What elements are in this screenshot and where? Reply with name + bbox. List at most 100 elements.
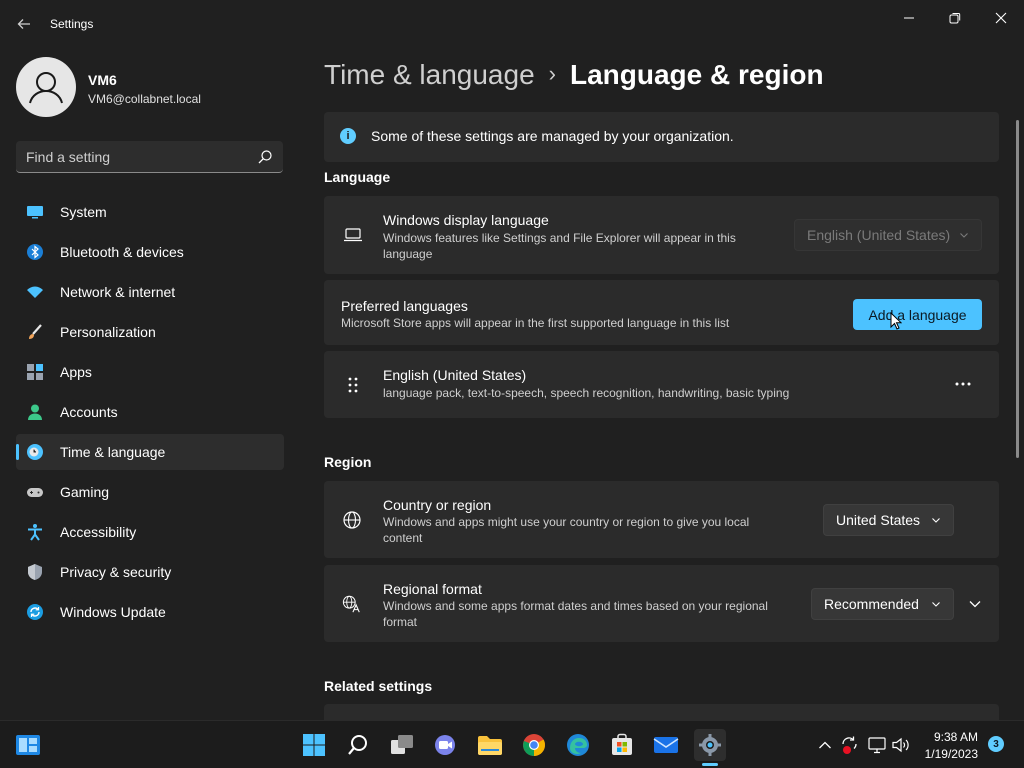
country-region-title: Country or region [383, 497, 492, 513]
add-language-button[interactable]: Add a language [853, 299, 982, 330]
sidebar-item-personalization[interactable]: Personalization [16, 314, 284, 350]
arrow-left-icon [17, 19, 30, 29]
task-view-icon [391, 735, 413, 754]
chevron-up-icon [819, 741, 831, 749]
sidebar-item-apps[interactable]: Apps [16, 354, 284, 390]
chevron-right-icon: › [548, 61, 556, 86]
clock-globe-icon [26, 443, 44, 461]
monitor-icon [26, 203, 44, 221]
sidebar-nav: System Bluetooth & devices Network & int… [16, 194, 284, 634]
app-title: Settings [50, 17, 94, 31]
close-button[interactable] [978, 4, 1024, 32]
sidebar-item-bluetooth[interactable]: Bluetooth & devices [16, 234, 284, 270]
display-language-title: Windows display language [383, 212, 549, 228]
volume-tray-button[interactable] [891, 735, 911, 755]
widgets-icon [16, 735, 40, 755]
drag-handle-icon[interactable] [343, 375, 363, 395]
taskbar-search-button[interactable] [342, 729, 374, 761]
user-silhouette-icon [29, 72, 63, 104]
managed-info-bar: i Some of these settings are managed by … [324, 112, 999, 162]
chevron-down-icon [932, 602, 940, 607]
gear-icon [699, 734, 721, 756]
installed-language-card[interactable]: English (United States) language pack, t… [324, 351, 999, 418]
dropdown-value: English (United States) [807, 227, 951, 243]
edge-icon [567, 734, 589, 756]
notification-badge[interactable]: 3 [988, 736, 1004, 752]
regional-format-dropdown[interactable]: Recommended [811, 588, 954, 620]
settings-taskbar-button[interactable] [694, 729, 726, 761]
laptop-icon [343, 225, 363, 245]
network-tray-button[interactable] [867, 735, 887, 755]
breadcrumb-parent[interactable]: Time & language [324, 59, 535, 90]
back-button[interactable] [8, 10, 40, 38]
sidebar-item-label: Time & language [60, 444, 166, 460]
dropdown-value: Recommended [824, 596, 919, 612]
minimize-button[interactable] [886, 4, 932, 32]
avatar[interactable] [16, 57, 76, 117]
user-name: VM6 [88, 72, 117, 88]
task-view-button[interactable] [386, 729, 418, 761]
sidebar-item-windows-update[interactable]: Windows Update [16, 594, 284, 630]
chat-icon [435, 735, 455, 755]
chrome-button[interactable] [518, 729, 550, 761]
sidebar-item-privacy[interactable]: Privacy & security [16, 554, 284, 590]
speaker-icon [892, 737, 909, 753]
sidebar-item-gaming[interactable]: Gaming [16, 474, 284, 510]
store-button[interactable] [606, 729, 638, 761]
start-button[interactable] [298, 729, 330, 761]
restore-button[interactable] [932, 4, 978, 32]
wifi-icon [26, 283, 44, 301]
info-text: Some of these settings are managed by yo… [371, 128, 734, 144]
sidebar-item-time-language[interactable]: Time & language [16, 434, 284, 470]
section-title-related: Related settings [324, 678, 433, 694]
sidebar-item-network[interactable]: Network & internet [16, 274, 284, 310]
widgets-button[interactable] [12, 729, 44, 761]
search-icon [348, 735, 367, 755]
sidebar-item-label: Privacy & security [60, 564, 172, 580]
taskbar: 9:38 AM 1/19/2023 [0, 720, 1024, 768]
breadcrumb: Time & language › Language & region [324, 59, 824, 91]
regional-format-card: Regional format Windows and some apps fo… [324, 565, 999, 642]
update-icon [26, 603, 44, 621]
installed-language-title: English (United States) [383, 367, 527, 383]
sidebar-item-label: Personalization [60, 324, 156, 340]
more-options-icon[interactable] [953, 374, 973, 394]
sidebar-item-accounts[interactable]: Accounts [16, 394, 284, 430]
sidebar-item-label: Bluetooth & devices [60, 244, 184, 260]
preferred-languages-title: Preferred languages [341, 298, 468, 314]
store-icon [612, 733, 632, 755]
close-icon [995, 12, 1007, 24]
display-language-desc: Windows features like Settings and File … [383, 231, 736, 261]
language-format-icon [342, 594, 362, 614]
show-hidden-icons-button[interactable] [815, 735, 835, 755]
search-icon[interactable] [257, 149, 273, 165]
sidebar-item-accessibility[interactable]: Accessibility [16, 514, 284, 550]
scrollbar-thumb[interactable] [1016, 120, 1019, 458]
expand-chevron-icon[interactable] [965, 594, 985, 614]
search-box [16, 141, 283, 173]
edge-button[interactable] [562, 729, 594, 761]
section-title-region: Region [324, 454, 372, 470]
sync-status-button[interactable] [840, 735, 860, 755]
clock-time[interactable]: 9:38 AM [922, 730, 978, 744]
network-icon [868, 737, 886, 754]
title-bar [0, 0, 1024, 48]
country-region-dropdown[interactable]: United States [823, 504, 954, 536]
minimize-icon [904, 17, 914, 19]
mail-button[interactable] [650, 729, 682, 761]
sidebar-item-label: Apps [60, 364, 92, 380]
folder-icon [478, 736, 502, 755]
display-language-dropdown[interactable]: English (United States) [794, 219, 982, 251]
related-settings-card[interactable] [324, 704, 999, 720]
teams-chat-button[interactable] [430, 729, 462, 761]
section-title-language: Language [324, 169, 391, 185]
chevron-down-icon [960, 233, 968, 238]
file-explorer-button[interactable] [474, 729, 506, 761]
search-input[interactable] [16, 141, 258, 173]
accessibility-icon [26, 523, 44, 541]
sidebar-item-system[interactable]: System [16, 194, 284, 230]
windows-logo-icon [303, 734, 325, 756]
chevron-down-icon [932, 518, 940, 523]
regional-format-desc: Windows and some apps format dates and t… [383, 599, 768, 629]
clock-date[interactable]: 1/19/2023 [922, 747, 978, 761]
